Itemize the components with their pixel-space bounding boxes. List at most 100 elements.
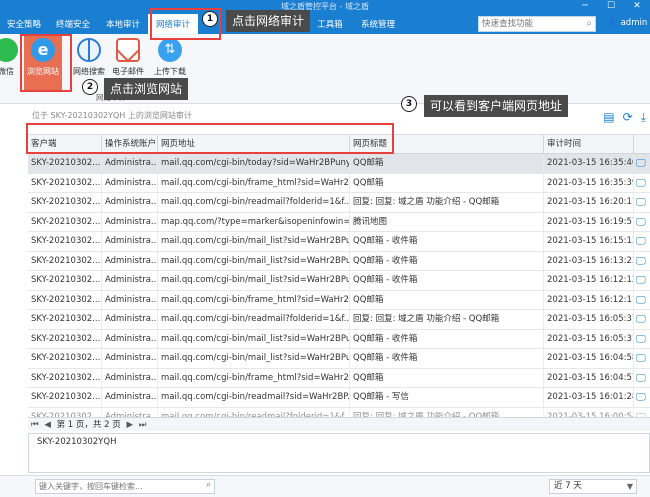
cell-audit-time: 2021-03-15 16:19:57 bbox=[544, 212, 634, 231]
monitor-icon[interactable]: 🖵 bbox=[634, 291, 650, 310]
cell-page-title: 回复: 回复: 域之盾 功能介绍 - QQ邮箱 bbox=[350, 407, 544, 417]
table-row[interactable]: SKY-20210302... Administra... mail.qq.com/… bbox=[28, 193, 650, 213]
cell-client: SKY-20210302... bbox=[28, 310, 102, 329]
mail-icon bbox=[116, 38, 140, 62]
cell-audit-time: 2021-03-15 16:05:37 bbox=[544, 310, 634, 329]
monitor-icon[interactable]: 🖵 bbox=[634, 271, 650, 290]
export-icon[interactable]: ⤓ bbox=[641, 110, 646, 125]
cell-client: SKY-20210302... bbox=[28, 212, 102, 231]
cell-url: mail.qq.com/cgi-bin/frame_html?sid=WaHr2… bbox=[158, 290, 350, 309]
monitor-icon[interactable]: 🖵 bbox=[634, 349, 650, 368]
monitor-icon[interactable]: 🖵 bbox=[634, 310, 650, 329]
maximize-icon[interactable]: ☐ bbox=[598, 0, 624, 12]
annotation-badge-2: 2 bbox=[82, 79, 98, 95]
table-row[interactable]: SKY-20210302... Administra... mail.qq.com/… bbox=[28, 368, 650, 388]
search-icon[interactable]: ⌕ bbox=[586, 18, 592, 29]
monitor-icon[interactable]: 🖵 bbox=[634, 232, 650, 251]
table-row[interactable]: SKY-20210302... Administra... mail.qq.com/… bbox=[28, 271, 650, 291]
table-row[interactable]: SKY-20210302... Administra... mail.qq.com/… bbox=[28, 290, 650, 310]
cell-client: SKY-20210302... bbox=[28, 329, 102, 348]
cell-os-account: Administra... bbox=[102, 388, 158, 407]
monitor-icon[interactable]: 🖵 bbox=[634, 252, 650, 271]
cell-os-account: Administra... bbox=[102, 407, 158, 417]
email-button[interactable]: 电子邮件 bbox=[110, 36, 146, 84]
web-search-label: 网络搜索 bbox=[73, 67, 105, 76]
wechat-button[interactable]: 微信 bbox=[0, 36, 18, 84]
cell-os-account: Administra... bbox=[102, 232, 158, 251]
chevron-down-icon[interactable]: ▼ bbox=[627, 480, 633, 493]
cell-audit-time: 2021-03-15 16:00:54 bbox=[544, 407, 634, 417]
table-row[interactable]: SKY-20210302... Administra... mail.qq.com/… bbox=[28, 349, 650, 369]
cell-client: SKY-20210302... bbox=[28, 251, 102, 270]
close-icon[interactable]: ✕ bbox=[624, 0, 650, 12]
annotation-badge-3: 3 bbox=[401, 96, 417, 112]
monitor-icon[interactable]: 🖵 bbox=[634, 174, 650, 193]
monitor-icon[interactable]: 🖵 bbox=[634, 330, 650, 349]
location-breadcrumb: 位于 SKY-20210302YQH 上的浏览网站审计 bbox=[32, 111, 192, 120]
function-search-input[interactable] bbox=[479, 17, 577, 31]
cell-client: SKY-20210302... bbox=[28, 154, 102, 173]
menu-system-management[interactable]: 系统管理 bbox=[352, 14, 404, 34]
table-row[interactable]: SKY-20210302... Administra... mail.qq.com/… bbox=[28, 232, 650, 252]
cell-client: SKY-20210302... bbox=[28, 368, 102, 387]
cell-audit-time: 2021-03-15 16:04:57 bbox=[544, 368, 634, 387]
table-row[interactable]: SKY-20210302... Administra... mail.qq.com/… bbox=[28, 388, 650, 408]
user-info[interactable]: 👤 admin bbox=[607, 18, 647, 28]
cell-os-account: Administra... bbox=[102, 368, 158, 387]
keyword-search-input[interactable] bbox=[36, 480, 196, 493]
bottom-bar: ⌕ 近 7 天 ▼ bbox=[0, 475, 650, 497]
table-row[interactable]: SKY-20210302... Administra... mail.qq.com/… bbox=[28, 251, 650, 271]
cell-audit-time: 2021-03-15 16:35:40 bbox=[544, 154, 634, 173]
monitor-icon[interactable]: 🖵 bbox=[634, 154, 650, 173]
cell-os-account: Administra... bbox=[102, 271, 158, 290]
cell-client: SKY-20210302... bbox=[28, 271, 102, 290]
last-page-icon[interactable]: ⏭ bbox=[139, 420, 147, 430]
cell-client: SKY-20210302... bbox=[28, 290, 102, 309]
refresh-icon[interactable]: ⟳ bbox=[623, 110, 633, 125]
first-page-icon[interactable]: ⏮ bbox=[31, 420, 39, 430]
cell-url: mail.qq.com/cgi-bin/mail_list?sid=WaHr2B… bbox=[158, 329, 350, 348]
annotation-box-columns bbox=[26, 123, 394, 154]
detail-panel: SKY-20210302YQH bbox=[28, 433, 650, 473]
ribbon-toolbar: 微信 e 浏览网站 网络搜索 电子邮件 上传下载 网络审计 bbox=[0, 34, 650, 104]
next-page-icon[interactable]: ▶ bbox=[126, 420, 133, 430]
minimize-icon[interactable]: ─ bbox=[572, 0, 598, 12]
prev-page-icon[interactable]: ◀ bbox=[44, 420, 51, 430]
cell-url: mail.qq.com/cgi-bin/readmail?folderid=1&… bbox=[158, 407, 350, 417]
cell-page-title: QQ邮箱 bbox=[350, 290, 544, 309]
search-icon[interactable]: ⌕ bbox=[206, 480, 211, 490]
table-row[interactable]: SKY-20210302... Administra... mail.qq.com/… bbox=[28, 407, 650, 418]
date-range-select[interactable]: 近 7 天 ▼ bbox=[549, 479, 637, 494]
monitor-icon[interactable]: 🖵 bbox=[634, 213, 650, 232]
date-range-value: 近 7 天 bbox=[554, 481, 582, 491]
monitor-icon[interactable]: 🖵 bbox=[634, 193, 650, 212]
table-row[interactable]: SKY-20210302... Administra... mail.qq.com/… bbox=[28, 154, 650, 174]
cell-os-account: Administra... bbox=[102, 290, 158, 309]
cell-page-title: QQ邮箱 - 收件箱 bbox=[350, 329, 544, 348]
columns-icon[interactable]: ▤ bbox=[603, 110, 614, 125]
cell-os-account: Administra... bbox=[102, 154, 158, 173]
monitor-icon[interactable]: 🖵 bbox=[634, 388, 650, 407]
annotation-callout-2: 点击浏览网站 bbox=[104, 78, 189, 100]
table-row[interactable]: SKY-20210302... Administra... mail.qq.com/… bbox=[28, 173, 650, 193]
monitor-icon[interactable]: 🖵 bbox=[634, 369, 650, 388]
page-info: 第 1 页，共 2 页 bbox=[56, 420, 121, 430]
menu-toolbox[interactable]: 工具箱 bbox=[308, 14, 352, 34]
upload-download-button[interactable]: 上传下载 bbox=[152, 36, 188, 84]
cell-url: mail.qq.com/cgi-bin/frame_html?sid=WaHr2… bbox=[158, 173, 350, 192]
function-search[interactable]: ⌕ bbox=[478, 16, 596, 32]
col-audit-time[interactable]: 审计时间 bbox=[544, 135, 634, 153]
table-row[interactable]: SKY-20210302... Administra... mail.qq.com/… bbox=[28, 329, 650, 349]
keyword-search[interactable]: ⌕ bbox=[35, 479, 215, 494]
menu-local-audit[interactable]: 本地审计 bbox=[98, 14, 148, 34]
cell-client: SKY-20210302... bbox=[28, 349, 102, 368]
web-search-button[interactable]: 网络搜索 bbox=[72, 36, 106, 84]
cell-url: mail.qq.com/cgi-bin/readmail?folderid=1&… bbox=[158, 310, 350, 329]
menu-terminal-security[interactable]: 终端安全 bbox=[48, 14, 98, 34]
table-row[interactable]: SKY-20210302... Administra... map.qq.com/?… bbox=[28, 212, 650, 232]
monitor-icon[interactable]: 🖵 bbox=[634, 408, 650, 418]
cell-url: mail.qq.com/cgi-bin/mail_list?sid=WaHr2B… bbox=[158, 251, 350, 270]
app-title: 域之盾管控平台 - 域之盾 bbox=[281, 2, 369, 11]
menu-security-policy[interactable]: 安全策略 bbox=[0, 14, 48, 34]
table-row[interactable]: SKY-20210302... Administra... mail.qq.com/… bbox=[28, 310, 650, 330]
